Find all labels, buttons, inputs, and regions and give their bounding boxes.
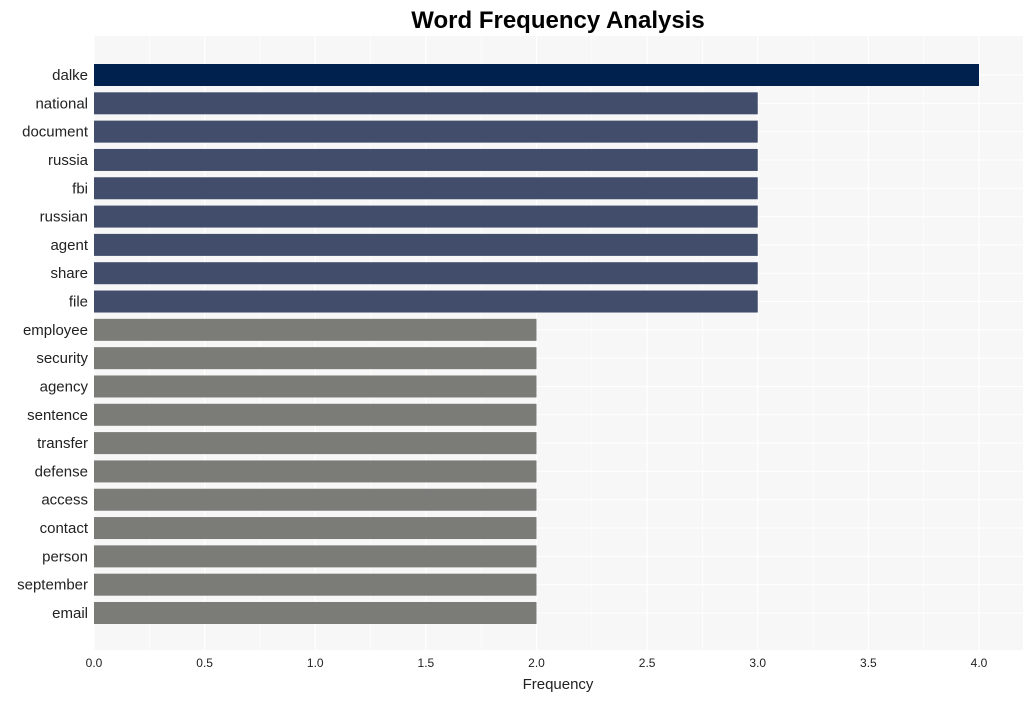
bar-russia [94, 148, 758, 171]
bar-sentence [94, 403, 537, 426]
bar-person [94, 545, 537, 568]
y-tick-label: national [35, 95, 88, 112]
y-tick-label: document [22, 124, 89, 141]
y-tick-label: file [69, 294, 88, 311]
y-tick-label: sentence [27, 407, 88, 424]
y-tick-label: person [42, 548, 88, 565]
x-tick-label: 2.0 [528, 656, 545, 670]
y-tick-label: share [50, 265, 88, 282]
bar-fbi [94, 177, 758, 200]
y-tick-label: defense [35, 463, 88, 480]
x-tick-label: 1.0 [307, 656, 324, 670]
bar-september [94, 573, 537, 596]
chart-title: Word Frequency Analysis [411, 7, 704, 34]
bar-russian [94, 205, 758, 228]
y-tick-label: russia [48, 152, 89, 169]
bar-share [94, 262, 758, 285]
word-frequency-chart: dalke national document russia fbi russian age… [17, 7, 1023, 693]
bar-dalke [94, 64, 979, 86]
x-tick-label: 2.5 [639, 656, 656, 670]
y-tick-label: email [52, 605, 88, 622]
y-tick-label: access [41, 492, 88, 509]
bar-security [94, 347, 537, 370]
x-tick-labels: 0.0 0.5 1.0 1.5 2.0 2.5 3.0 3.5 4.0 [86, 656, 988, 670]
bar-access [94, 488, 537, 511]
y-tick-label: transfer [37, 435, 88, 452]
y-tick-label: russian [40, 209, 88, 226]
bar-agent [94, 233, 758, 256]
bar-document [94, 120, 758, 143]
bar-file [94, 290, 758, 313]
x-tick-label: 3.5 [860, 656, 877, 670]
bar-transfer [94, 432, 537, 455]
y-tick-label: september [17, 577, 88, 594]
y-tick-label: security [36, 350, 88, 367]
bar-defense [94, 460, 537, 483]
y-tick-label: employee [23, 322, 88, 339]
y-tick-label: fbi [72, 180, 88, 197]
x-tick-label: 1.5 [418, 656, 435, 670]
bar-employee [94, 318, 537, 341]
x-tick-label: 3.0 [749, 656, 766, 670]
y-tick-label: contact [40, 520, 89, 537]
x-tick-label: 0.5 [196, 656, 213, 670]
y-tick-label: dalke [52, 67, 88, 84]
y-tick-labels: dalke national document russia fbi russian age… [17, 67, 89, 622]
y-tick-label: agency [40, 378, 89, 395]
bar-national [94, 92, 758, 115]
x-tick-label: 4.0 [971, 656, 988, 670]
bar-email [94, 602, 537, 624]
bar-contact [94, 517, 537, 540]
x-axis-label: Frequency [523, 676, 594, 693]
bar-agency [94, 375, 537, 398]
x-tick-label: 0.0 [86, 656, 103, 670]
y-tick-label: agent [50, 237, 88, 254]
